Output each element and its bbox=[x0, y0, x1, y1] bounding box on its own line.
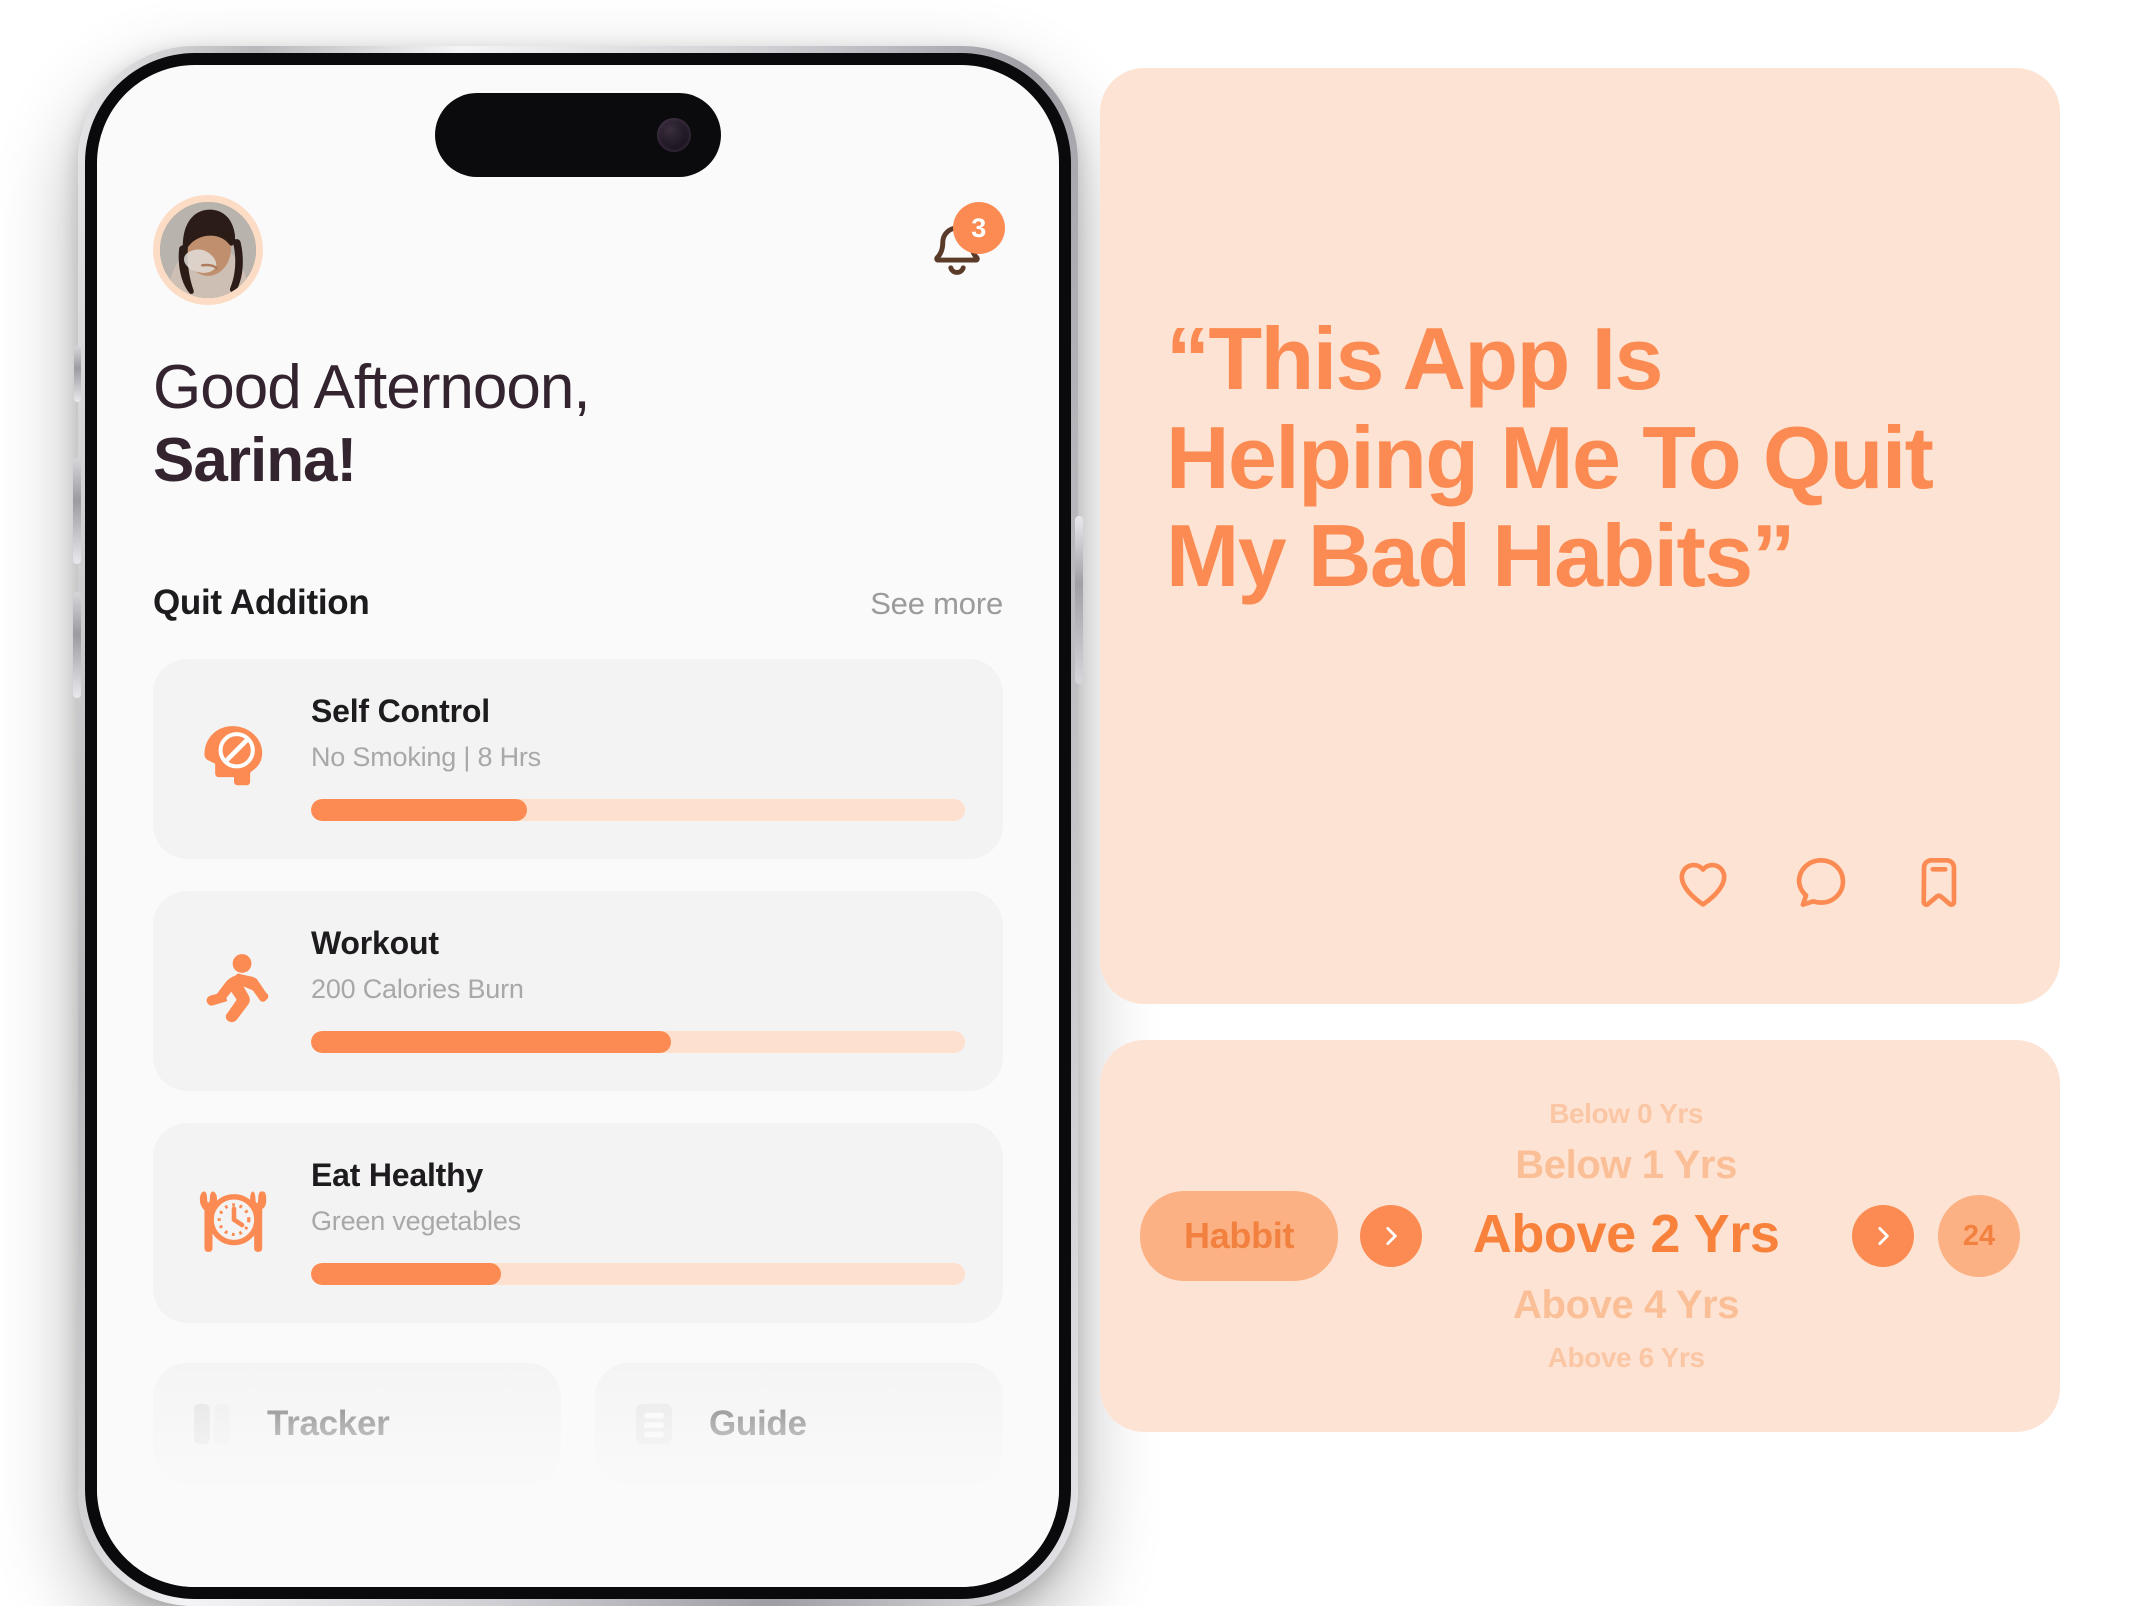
picker-option[interactable]: Above 4 Yrs bbox=[1513, 1283, 1739, 1327]
chevron-right-icon bbox=[1878, 1227, 1889, 1245]
picker-next-button[interactable] bbox=[1852, 1205, 1914, 1267]
habit-body: Eat Healthy Green vegetables bbox=[311, 1157, 965, 1286]
habit-body: Self Control No Smoking | 8 Hrs bbox=[311, 693, 965, 822]
habit-body: Workout 200 Calories Burn bbox=[311, 925, 965, 1054]
count-badge: 24 bbox=[1938, 1195, 2020, 1277]
phone-silent-switch[interactable] bbox=[74, 346, 81, 402]
habit-progress-fill bbox=[311, 799, 527, 822]
habit-title: Eat Healthy bbox=[311, 1157, 484, 1194]
section-title: Quit Addition bbox=[153, 583, 370, 623]
section-header: Quit Addition See more bbox=[153, 583, 1003, 623]
running-person-icon bbox=[191, 946, 277, 1032]
greeting-line-1: Good Afternoon, bbox=[153, 353, 591, 422]
notification-badge: 3 bbox=[953, 202, 1005, 254]
habit-progress-fill bbox=[311, 1263, 501, 1286]
notification-bell[interactable]: 3 bbox=[911, 202, 1005, 296]
quote-text: “This App Is Helping Me To Quit My Bad H… bbox=[1166, 309, 1934, 606]
quick-actions-row: Tracker Guide bbox=[153, 1363, 1003, 1486]
comment-bubble-icon[interactable] bbox=[1790, 852, 1852, 914]
habit-card-eat-healthy[interactable]: Eat Healthy Green vegetables bbox=[153, 1123, 1003, 1324]
quote-actions bbox=[1166, 852, 1994, 948]
picker-option[interactable]: Above 6 Yrs bbox=[1548, 1342, 1705, 1374]
year-picker-wheel[interactable]: Below 0 Yrs Below 1 Yrs Above 2 Yrs Abov… bbox=[1422, 1040, 1830, 1432]
habit-progress-bar bbox=[311, 799, 965, 822]
habit-subtitle: No Smoking | 8 Hrs bbox=[311, 742, 541, 773]
greeting: Good Afternoon, Sarina! bbox=[153, 351, 1003, 497]
app-content: 3 Good Afternoon, Sarina! Quit Addition … bbox=[97, 65, 1059, 1587]
chevron-right-icon bbox=[1386, 1227, 1397, 1245]
habit-progress-fill bbox=[311, 1031, 671, 1054]
phone-volume-down-button[interactable] bbox=[73, 592, 81, 698]
quick-action-label: Tracker bbox=[267, 1404, 390, 1444]
phone-volume-up-button[interactable] bbox=[73, 458, 81, 564]
picker-option[interactable]: Below 0 Yrs bbox=[1549, 1098, 1703, 1130]
guide-icon bbox=[627, 1397, 681, 1451]
phone-mockup: 3 Good Afternoon, Sarina! Quit Addition … bbox=[73, 46, 1083, 1606]
avatar[interactable] bbox=[153, 195, 263, 305]
greeting-line-2: Sarina! bbox=[153, 426, 357, 496]
phone-screen: 3 Good Afternoon, Sarina! Quit Addition … bbox=[97, 65, 1059, 1587]
habit-list: Self Control No Smoking | 8 Hrs Workout … bbox=[153, 659, 1003, 1324]
habit-card-workout[interactable]: Workout 200 Calories Burn bbox=[153, 891, 1003, 1092]
year-picker-card: Habbit Below 0 Yrs Below 1 Yrs Above 2 Y… bbox=[1100, 1040, 2060, 1432]
avatar-image bbox=[160, 202, 256, 298]
habit-card-self-control[interactable]: Self Control No Smoking | 8 Hrs bbox=[153, 659, 1003, 860]
app-topbar: 3 bbox=[153, 195, 1005, 305]
heart-icon[interactable] bbox=[1672, 852, 1734, 914]
plate-clock-cutlery-icon bbox=[191, 1178, 277, 1264]
habit-subtitle: 200 Calories Burn bbox=[311, 974, 524, 1005]
quick-action-tracker[interactable]: Tracker bbox=[153, 1363, 561, 1486]
quick-action-label: Guide bbox=[709, 1404, 807, 1444]
head-no-smoking-icon bbox=[191, 714, 277, 800]
see-more-link[interactable]: See more bbox=[870, 586, 1003, 622]
picker-option-selected[interactable]: Above 2 Yrs bbox=[1473, 1204, 1780, 1264]
picker-option[interactable]: Below 1 Yrs bbox=[1515, 1143, 1737, 1187]
habit-title: Self Control bbox=[311, 693, 490, 730]
category-pill-habbit[interactable]: Habbit bbox=[1140, 1191, 1339, 1281]
habit-title: Workout bbox=[311, 925, 439, 962]
picker-prev-button[interactable] bbox=[1360, 1205, 1423, 1267]
habit-progress-bar bbox=[311, 1263, 965, 1286]
bookmark-icon[interactable] bbox=[1908, 852, 1970, 914]
habit-progress-bar bbox=[311, 1031, 965, 1054]
quick-action-guide[interactable]: Guide bbox=[595, 1363, 1003, 1486]
quote-card: “This App Is Helping Me To Quit My Bad H… bbox=[1100, 68, 2060, 1004]
phone-power-button[interactable] bbox=[1075, 516, 1083, 684]
habit-subtitle: Green vegetables bbox=[311, 1206, 521, 1237]
tracker-icon bbox=[185, 1397, 239, 1451]
